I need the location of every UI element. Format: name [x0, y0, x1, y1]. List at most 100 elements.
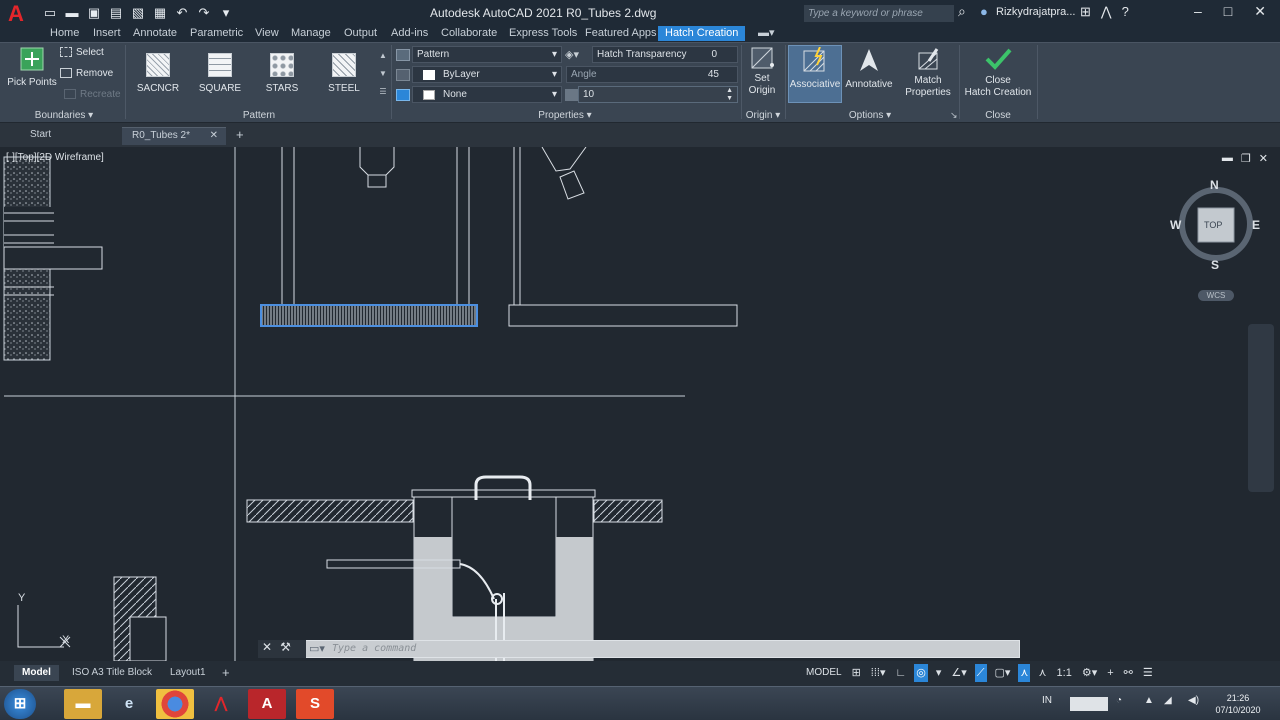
tab-collaborate[interactable]: Collaborate: [441, 26, 497, 41]
volume-icon[interactable]: ◀): [1188, 695, 1199, 706]
tab-add-ins[interactable]: Add-ins: [391, 26, 428, 41]
hatch-scale-input[interactable]: 10 ▲ ▼: [578, 86, 738, 103]
pattern-stars[interactable]: STARS: [254, 51, 310, 101]
quick-properties-icon[interactable]: ☰: [1141, 664, 1155, 682]
close-hatch-creation-button[interactable]: Close Hatch Creation: [962, 47, 1034, 99]
annotative-button[interactable]: Annotative: [842, 47, 896, 90]
options-dialog-launcher-icon[interactable]: ↘: [950, 110, 958, 121]
tab-manage[interactable]: Manage: [291, 26, 331, 41]
navigation-bar[interactable]: [1248, 324, 1274, 492]
network-icon[interactable]: ◢: [1164, 695, 1172, 706]
viewcube-top-face[interactable]: TOP: [1204, 220, 1222, 230]
search-icon[interactable]: ⌕: [958, 3, 966, 20]
close-window-icon[interactable]: ✕: [1254, 3, 1266, 20]
model-space-button[interactable]: MODEL: [804, 664, 844, 682]
units-icon[interactable]: ⚯: [1122, 664, 1135, 682]
user-name[interactable]: Rizkydrajatpra...: [996, 6, 1075, 18]
language-indicator[interactable]: IN: [1042, 695, 1052, 706]
tab-annotate[interactable]: Annotate: [133, 26, 177, 41]
snap-icon[interactable]: ⁞⁞⁞▾: [869, 664, 888, 682]
boundaries-panel-label[interactable]: Boundaries ▾: [6, 110, 122, 123]
chrome-icon[interactable]: [156, 689, 194, 719]
angle-field[interactable]: Angle 45: [566, 66, 738, 83]
tab-hatch-creation[interactable]: Hatch Creation: [658, 26, 746, 41]
save-icon[interactable]: ▣: [86, 5, 102, 21]
pattern-scroll[interactable]: ▲ ▼ ☰: [378, 47, 388, 105]
file-explorer-icon[interactable]: ▬: [64, 689, 102, 719]
tab-parametric[interactable]: Parametric: [190, 26, 243, 41]
tab-model[interactable]: Model: [14, 665, 59, 681]
tab-insert[interactable]: Insert: [93, 26, 121, 41]
pattern-steel[interactable]: STEEL: [316, 51, 372, 101]
windows-start-icon[interactable]: ⊞: [4, 689, 36, 719]
object-snap-tracking-icon[interactable]: ⟋: [974, 664, 987, 682]
pattern-square[interactable]: SQUARE: [192, 51, 248, 101]
close-tab-icon[interactable]: ✕: [210, 128, 218, 144]
compass-south[interactable]: S: [1211, 258, 1219, 272]
tab-express-tools[interactable]: Express Tools: [509, 26, 577, 41]
set-origin-button[interactable]: Set Origin: [744, 45, 780, 97]
autocad-logo-icon[interactable]: A: [8, 2, 34, 26]
vp-minimize-icon[interactable]: ▬: [1222, 152, 1233, 165]
command-input[interactable]: Type a command: [332, 643, 416, 654]
save-as-icon[interactable]: ▤: [108, 5, 124, 21]
taskbar-clock[interactable]: 21:26 07/10/2020: [1208, 692, 1268, 716]
new-file-icon[interactable]: ▭: [42, 5, 58, 21]
grid-icon[interactable]: ⊞: [850, 664, 863, 682]
isodraft-icon[interactable]: ∠▾: [949, 664, 968, 682]
scale-spinner-icon[interactable]: ▲ ▼: [726, 87, 733, 103]
screencast-icon[interactable]: S: [296, 689, 334, 719]
polar-tracking-icon[interactable]: ◎: [914, 664, 928, 682]
restore-icon[interactable]: □: [1224, 3, 1232, 20]
compass-east[interactable]: E: [1252, 218, 1260, 232]
file-tab-current[interactable]: R0_Tubes 2* ✕: [122, 127, 226, 145]
autocad-taskbar-icon[interactable]: A: [248, 689, 286, 719]
new-tab-icon[interactable]: +: [236, 127, 244, 145]
acrobat-icon[interactable]: ⋀: [202, 689, 240, 719]
file-tab-start[interactable]: Start: [30, 127, 51, 145]
web-mobile-icon[interactable]: ▧: [130, 5, 146, 21]
hatch-type-select[interactable]: Pattern ▾: [412, 46, 562, 63]
pick-points-button[interactable]: Pick Points: [6, 47, 58, 88]
vp-restore-icon[interactable]: ❐: [1241, 152, 1251, 165]
properties-panel-label[interactable]: Properties ▾: [392, 110, 738, 123]
plot-icon[interactable]: ▦: [152, 5, 168, 21]
internet-explorer-icon[interactable]: e: [110, 689, 148, 719]
annotation-monitor-icon[interactable]: +: [1105, 664, 1115, 682]
pattern-sacncr[interactable]: SACNCR: [130, 51, 186, 101]
add-layout-icon[interactable]: +: [222, 665, 230, 681]
customize-icon[interactable]: ⚒: [280, 640, 291, 658]
annotation-scale-button[interactable]: 1:1: [1055, 664, 1074, 682]
close-command-icon[interactable]: ✕: [262, 640, 272, 658]
wcs-menu[interactable]: WCS: [1198, 290, 1234, 301]
polar-dropdown-icon[interactable]: ▾: [934, 664, 944, 682]
hatch-color-select[interactable]: ByLayer ▾: [412, 66, 562, 83]
object-snap-icon[interactable]: ▢▾: [993, 664, 1013, 682]
cart-icon[interactable]: ⊞: [1080, 4, 1091, 20]
open-folder-icon[interactable]: ▬: [64, 5, 80, 21]
origin-panel-label[interactable]: Origin ▾: [742, 110, 784, 123]
tray-icons[interactable]: ◔: [1116, 695, 1122, 706]
autodesk-a360-icon[interactable]: ⋀: [1101, 4, 1112, 20]
select-button[interactable]: Select: [60, 47, 116, 58]
tab-featured-apps[interactable]: Featured Apps: [585, 26, 657, 41]
associative-button[interactable]: Associative: [788, 47, 842, 90]
viewport-controls-label[interactable]: [-][Top][2D Wireframe]: [6, 152, 104, 163]
customize-qat-icon[interactable]: ▾: [218, 5, 234, 21]
tab-layout1[interactable]: Layout1: [170, 665, 206, 681]
auto-scale-icon[interactable]: ⋏: [1036, 664, 1048, 682]
help-icon[interactable]: ?: [1122, 4, 1129, 20]
ortho-icon[interactable]: ∟: [893, 664, 908, 682]
minimize-icon[interactable]: –: [1194, 3, 1202, 20]
undo-icon[interactable]: ↶: [174, 5, 190, 21]
match-properties-button[interactable]: Match Properties: [898, 47, 958, 99]
workspace-gear-icon[interactable]: ⚙▾: [1080, 664, 1099, 682]
background-color-select[interactable]: None ▾: [412, 86, 562, 103]
annotation-visibility-icon[interactable]: ⋏: [1018, 664, 1031, 682]
remove-button[interactable]: Remove: [60, 68, 120, 79]
options-panel-label[interactable]: Options ▾: [786, 110, 954, 123]
tab-iso-a3-title-block[interactable]: ISO A3 Title Block: [72, 665, 152, 681]
tab-home[interactable]: Home: [50, 26, 79, 41]
redo-icon[interactable]: ↷: [196, 5, 212, 21]
tab-overflow-icon[interactable]: ▬▾: [758, 26, 775, 41]
